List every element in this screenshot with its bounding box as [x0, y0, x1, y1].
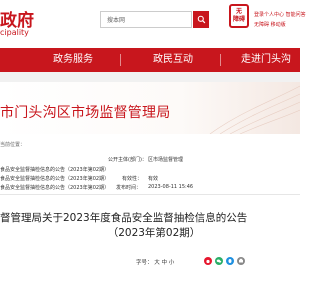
article-title-line2: （2023年第02期）: [107, 227, 201, 239]
date-label: 发布时间：: [116, 185, 142, 191]
publisher-value: 区市场监督管理: [148, 157, 184, 163]
nav-item-about[interactable]: 走进门头沟: [232, 48, 300, 72]
search-icon: [197, 15, 205, 24]
print-icon: [239, 258, 243, 263]
validity-label: 有效性：: [122, 176, 143, 182]
accessibility-badge-line2: 障碍: [232, 16, 245, 23]
search-input[interactable]: [139, 12, 191, 27]
site-subtitle: cipality: [0, 28, 29, 37]
doc-name-row1: 食品安全监督抽检信息的公告（2023年第02期）: [0, 167, 110, 173]
font-size-controls[interactable]: 字号： 大 中 小: [136, 258, 174, 266]
user-links[interactable]: 登录个人中心 智能问答: [254, 12, 306, 19]
publisher-label: 公开主体(部门)：: [108, 157, 147, 163]
nav-divider: [120, 54, 121, 66]
wechat-icon: [216, 259, 222, 263]
accessibility-badge[interactable]: 无 障碍: [229, 4, 249, 28]
search-scope-select[interactable]: 搜本网: [101, 15, 139, 24]
weibo-share-button[interactable]: [204, 257, 212, 265]
doc-name-row2: 食品安全监督抽检信息的公告（2023年第02期）: [0, 176, 110, 182]
print-button[interactable]: [237, 257, 245, 265]
site-header: 政府 cipality 搜本网 无 障碍 登录个人中心 智能问答 无障碍 移动版: [0, 0, 306, 48]
banner-decoration: [190, 82, 300, 134]
nav-divider: [220, 54, 221, 66]
weibo-icon: [206, 259, 210, 264]
breadcrumb: 当前位置：: [0, 142, 26, 148]
search-box: 搜本网: [100, 11, 192, 28]
divider: [0, 194, 300, 195]
qq-share-button[interactable]: [226, 257, 234, 265]
article-title-line1: 督管理局关于2023年度食品安全监督抽检信息的公告: [0, 212, 248, 224]
doc-name-row3: 食品安全监督抽检信息的公告（2023年第02期）: [0, 185, 110, 191]
user-links-secondary[interactable]: 无障碍 移动版: [254, 21, 286, 28]
accessibility-badge-line1: 无: [235, 8, 242, 15]
date-value: 2023-08-11 15:46: [148, 184, 194, 190]
wechat-share-button[interactable]: [215, 257, 223, 265]
nav-item-services[interactable]: 政务服务: [38, 48, 108, 72]
nav-item-interaction[interactable]: 政民互动: [138, 48, 208, 72]
validity-value: 有效: [148, 176, 159, 182]
search-button[interactable]: [193, 11, 209, 28]
qq-icon: [228, 259, 232, 263]
main-nav: 政务服务 政民互动 走进门头沟: [0, 48, 300, 72]
department-title: 市门头沟区市场监督管理局: [0, 105, 171, 121]
